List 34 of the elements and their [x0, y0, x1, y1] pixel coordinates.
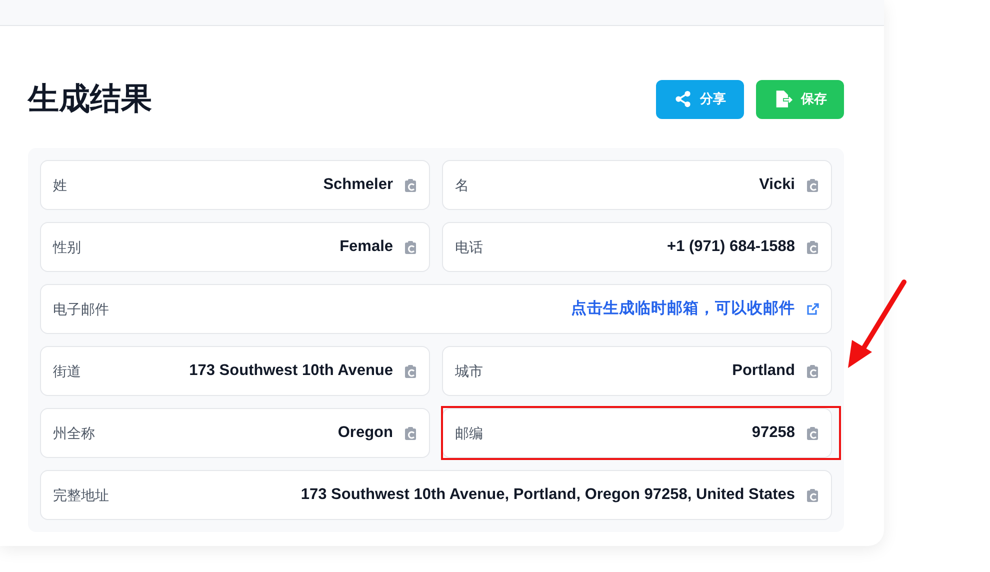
field-label: 完整地址	[53, 486, 109, 504]
field-value: +1 (971) 684-1588	[667, 237, 795, 258]
share-icon	[674, 90, 692, 108]
clipboard-icon[interactable]	[807, 364, 819, 378]
field-label: 街道	[53, 362, 81, 380]
field-label: 邮编	[455, 424, 483, 442]
field-value: Vicki	[759, 175, 795, 196]
temp-email-link[interactable]: 点击生成临时邮箱，可以收邮件	[571, 297, 795, 321]
share-button[interactable]: 分享	[656, 80, 744, 118]
field-label: 城市	[455, 362, 483, 380]
save-button[interactable]: 保存	[756, 80, 844, 118]
field-value: Schmeler	[323, 175, 393, 196]
field-value: 97258	[752, 423, 795, 444]
clipboard-icon[interactable]	[807, 240, 819, 254]
field-value: Portland	[732, 361, 795, 382]
clipboard-icon[interactable]	[405, 364, 417, 378]
external-link-icon[interactable]	[807, 303, 819, 315]
field-label: 姓	[53, 176, 67, 194]
clipboard-icon[interactable]	[405, 240, 417, 254]
field-value: 173 Southwest 10th Avenue	[189, 361, 393, 382]
field-label: 电子邮件	[53, 300, 109, 318]
clipboard-icon[interactable]	[405, 178, 417, 192]
section-title: 生成结果	[28, 80, 152, 118]
clipboard-icon[interactable]	[405, 426, 417, 440]
clipboard-icon[interactable]	[807, 426, 819, 440]
field-label: 电话	[455, 238, 483, 256]
field-label: 州全称	[53, 424, 95, 442]
clipboard-icon[interactable]	[807, 178, 819, 192]
clipboard-icon[interactable]	[807, 488, 819, 502]
field-value: Oregon	[338, 423, 393, 444]
field-label: 性别	[53, 238, 81, 256]
field-value: 173 Southwest 10th Avenue, Portland, Oregon 97258, United States	[300, 485, 795, 506]
field-value: Female	[340, 237, 393, 258]
field-label: 名	[455, 176, 469, 194]
